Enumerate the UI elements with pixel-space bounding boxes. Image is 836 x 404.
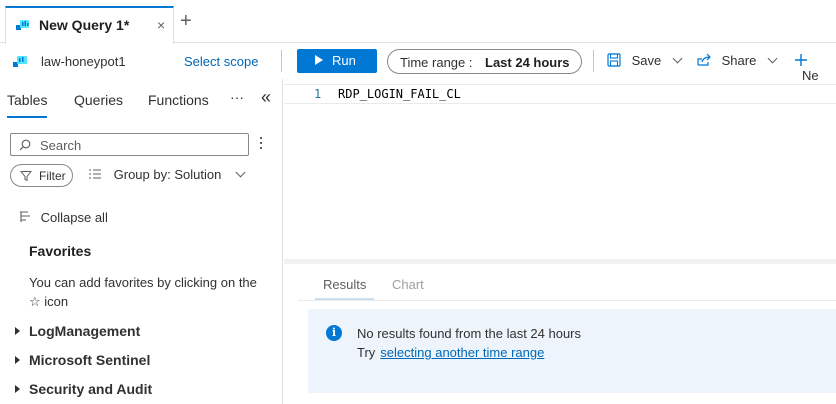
line-number: 1 [314,87,322,101]
workspace-name: law-honeypot1 [41,54,126,69]
chevron-down-icon [235,167,246,178]
tree-item-logmanagement[interactable]: LogManagement [15,323,140,339]
time-range-picker[interactable]: Time range : Last 24 hours [387,49,582,74]
collapse-panel-icon[interactable]: « [261,87,271,108]
schema-panel: Tables Queries Functions ··· « Search Fi… [0,79,283,404]
search-more-icon[interactable] [260,137,264,152]
favorites-heading: Favorites [29,243,92,259]
close-tab-icon[interactable]: × [157,17,165,33]
tree-item-label: LogManagement [29,323,141,339]
collapse-all-icon [20,211,30,222]
schema-tabs: Tables Queries Functions ··· « [0,79,283,119]
log-analytics-query-window: New Query 1* × + law-honeypot1 Select sc… [0,0,836,404]
share-label: Share [721,53,757,68]
save-label: Save [631,53,662,68]
try-text: Try selecting another time range [357,345,544,360]
tab-results[interactable]: Results [314,277,375,300]
query-editor[interactable]: 1 RDP_LOGIN_FAIL_CL [284,79,836,259]
chevron-down-icon [767,53,778,64]
results-pane: Results Chart i No results found from th… [284,264,836,404]
save-icon [607,53,621,67]
tab-queries[interactable]: Queries [74,92,123,108]
search-placeholder: Search [40,138,82,153]
tree-item-label: Security and Audit [29,381,153,397]
search-icon [19,139,31,151]
group-by-dropdown[interactable]: Group by: Solution [89,167,246,182]
query-text[interactable]: RDP_LOGIN_FAIL_CL [338,87,461,101]
tab-functions[interactable]: Functions [148,92,209,108]
select-scope-link[interactable]: Select scope [184,54,258,69]
chevron-right-icon [15,327,20,335]
plus-icon [795,54,807,66]
change-time-range-link[interactable]: selecting another time range [380,345,544,360]
share-button[interactable]: Share [696,53,778,68]
time-range-label: Time range : [400,55,473,70]
group-by-label: Group by: Solution [113,167,222,182]
filter-icon [20,171,32,182]
toolbar-divider [281,50,282,72]
play-icon [315,55,323,65]
share-icon [697,53,711,66]
favorites-hint: You can add favorites by clicking on the… [29,275,257,309]
run-button[interactable]: Run [297,49,377,73]
tab-chart[interactable]: Chart [392,277,424,292]
workspace-icon [13,56,27,67]
more-options-icon[interactable]: ··· [230,89,244,105]
chevron-right-icon [15,356,20,364]
add-tab-button[interactable]: + [180,11,192,31]
list-icon [89,169,101,179]
tab-tables[interactable]: Tables [7,92,48,118]
no-results-text: No results found from the last 24 hours [357,326,582,341]
save-button[interactable]: Save [607,53,683,68]
results-tab-divider [298,300,836,301]
collapse-all-button[interactable]: Collapse all [19,210,108,225]
run-label: Run [332,53,356,68]
query-tab[interactable]: New Query 1* × [5,6,174,44]
query-tab-strip: New Query 1* × + [0,0,836,44]
log-analytics-icon [16,20,29,30]
tree-item-security-and-audit[interactable]: Security and Audit [15,381,152,397]
tree-item-label: Microsoft Sentinel [29,352,151,368]
collapse-all-label: Collapse all [40,210,108,225]
no-results-message: i No results found from the last 24 hour… [308,309,836,393]
time-range-value: Last 24 hours [485,55,570,70]
toolbar-divider [593,50,594,72]
query-tab-title: New Query 1* [39,17,130,33]
try-label: Try [357,345,376,360]
filter-label: Filter [39,169,66,183]
info-icon: i [326,325,342,341]
tree-item-microsoft-sentinel[interactable]: Microsoft Sentinel [15,352,150,368]
search-input[interactable]: Search [10,133,249,156]
query-toolbar: law-honeypot1 Select scope Run Time rang… [0,43,836,83]
filter-button[interactable]: Filter [10,164,73,187]
chevron-right-icon [15,385,20,393]
chevron-down-icon [672,53,683,64]
